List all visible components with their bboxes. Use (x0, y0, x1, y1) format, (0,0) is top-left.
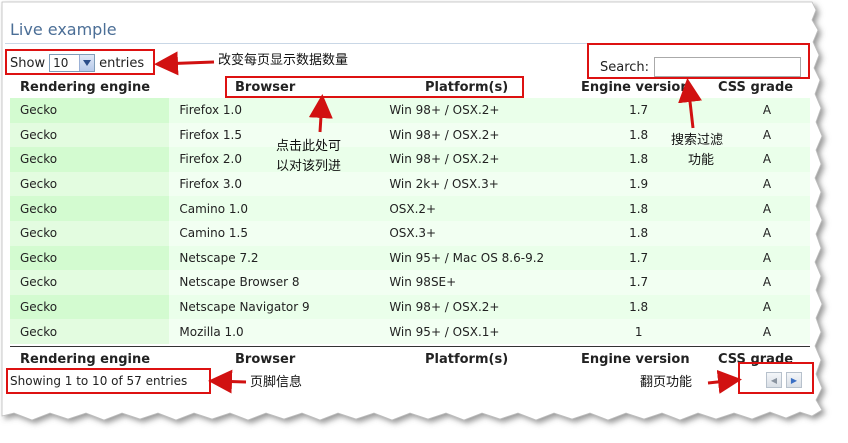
page-size-note: 改变每页显示数据数量 (218, 53, 349, 68)
pager-arrow (707, 369, 742, 394)
pager-note: 翻页功能 (640, 375, 693, 390)
page-size-arrow (154, 51, 215, 76)
info-arrow (208, 369, 247, 394)
sort-note-line1: 点击此处可 (276, 139, 342, 154)
sort-note-line2: 以对该列进 (276, 159, 342, 174)
search-note-line2: 功能 (688, 153, 715, 168)
search-arrow (678, 78, 702, 129)
info-note: 页脚信息 (250, 375, 303, 390)
annotation-arrows (154, 51, 742, 394)
search-note-line1: 搜索过滤 (671, 133, 724, 148)
sort-arrow (308, 94, 333, 133)
